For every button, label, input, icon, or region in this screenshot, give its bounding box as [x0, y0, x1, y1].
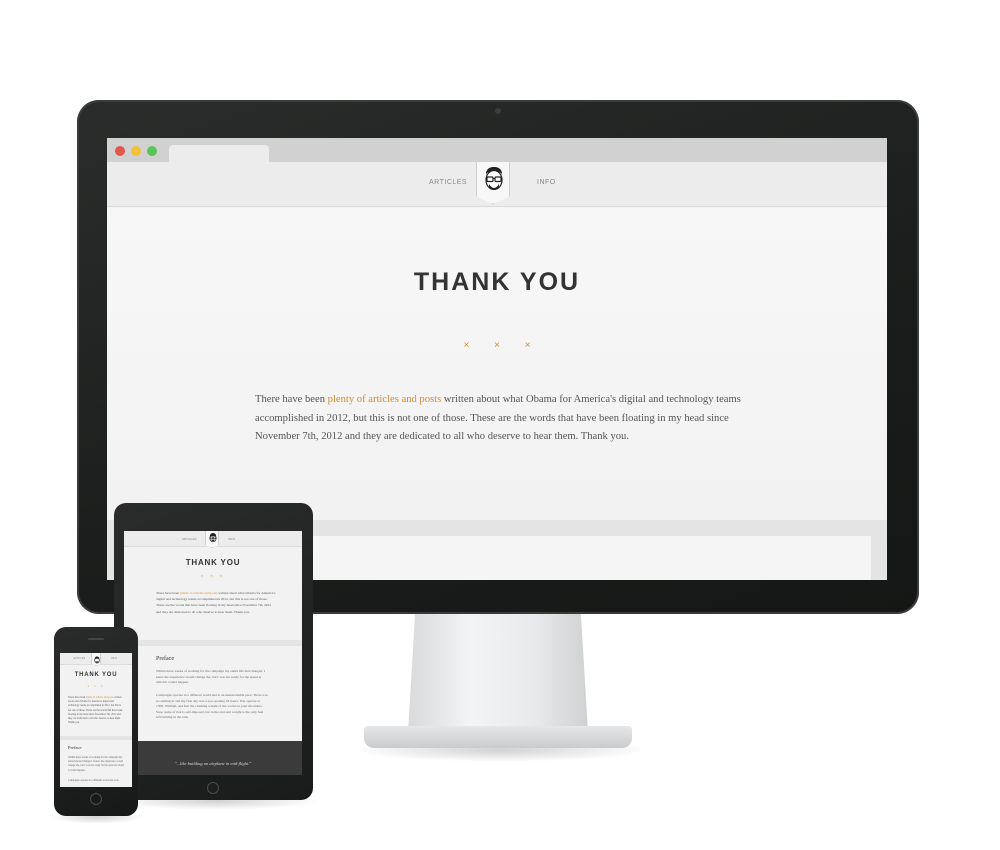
close-dot-icon[interactable]: [115, 146, 125, 156]
phone-logo-badge[interactable]: [91, 653, 101, 666]
phone-intro-start: There have been: [68, 696, 86, 699]
nav-info-link[interactable]: INFO: [537, 179, 556, 186]
minimize-dot-icon[interactable]: [131, 146, 141, 156]
phone-nav-info[interactable]: INFO: [111, 657, 117, 660]
hero-section: THANK YOU × × × There have been plenty o…: [107, 208, 887, 520]
phone-speaker: [88, 638, 104, 640]
site-nav: ARTICLES INFO: [107, 162, 887, 207]
phone-divider-marks: × × ×: [87, 684, 105, 688]
divider-marks: × × ×: [463, 340, 542, 351]
phone-nav: ARTICLES INFO: [60, 653, 132, 666]
phone-intro-end: written about what Obama for America's d…: [68, 696, 123, 725]
tablet-preface-heading: Preface: [156, 656, 174, 662]
monitor-stand-neck: [408, 612, 588, 732]
phone-page-title: THANK YOU: [74, 672, 118, 678]
tablet-logo-badge[interactable]: [205, 531, 219, 548]
phone-preface-para-1: Within three weeks of working for the ca…: [68, 756, 124, 772]
phone-section-separator: [60, 736, 132, 740]
intro-text-start: There have been: [255, 394, 328, 405]
tablet-intro-start: There have been: [156, 591, 180, 595]
avatar-face-icon: [485, 167, 503, 191]
tablet-home-button[interactable]: [207, 782, 219, 794]
avatar-face-icon: [209, 532, 217, 543]
tablet-articles-link[interactable]: plenty of articles and posts: [180, 591, 218, 595]
phone-home-button[interactable]: [90, 793, 102, 805]
tablet-preface-para-1: Within three weeks of working for the ca…: [156, 669, 266, 685]
tablet-screen: ARTICLES INFO THANK YOU × × × There have…: [124, 531, 302, 775]
phone-screen: ARTICLES INFO THANK YOU × × × There have…: [60, 653, 132, 787]
phone-nav-articles[interactable]: ARTICLES: [73, 657, 85, 660]
tablet-nav-articles[interactable]: ARTICLES: [182, 537, 197, 541]
tablet-page-title: THANK YOU: [185, 558, 241, 567]
nav-articles-link[interactable]: ARTICLES: [429, 179, 467, 186]
tablet-nav: ARTICLES INFO: [124, 531, 302, 548]
avatar-face-icon: [94, 656, 100, 664]
zoom-dot-icon[interactable]: [147, 146, 157, 156]
phone-preface-para-2: Campaigns operate in a different world a…: [68, 779, 119, 782]
tablet-divider-marks: × × ×: [200, 573, 226, 578]
logo-badge[interactable]: [476, 162, 510, 204]
camera-icon: [495, 108, 501, 114]
articles-posts-link[interactable]: plenty of articles and posts: [328, 394, 442, 405]
tablet-intro-paragraph: There have been plenty of articles and p…: [156, 590, 276, 615]
phone-preface-heading: Preface: [68, 745, 82, 750]
phone-intro-paragraph: There have been plenty of articles and p…: [68, 696, 124, 725]
page-title: THANK YOU: [413, 268, 581, 296]
monitor-stand-base: [364, 726, 632, 748]
tablet-nav-info[interactable]: INFO: [228, 537, 235, 541]
tablet-section-separator: [124, 640, 302, 646]
phone-articles-link[interactable]: plenty of articles and posts: [86, 696, 114, 699]
phone-device: ARTICLES INFO THANK YOU × × × There have…: [54, 627, 138, 816]
intro-paragraph: There have been plenty of articles and p…: [255, 391, 755, 447]
tablet-preface-para-2: Campaigns operate in a different world a…: [156, 693, 268, 720]
tablet-device: ARTICLES INFO THANK YOU × × × There have…: [114, 503, 313, 800]
browser-tab[interactable]: [169, 145, 269, 162]
tablet-quote-band: "...like building an airplane in mid-fli…: [124, 741, 302, 775]
browser-chrome: [107, 138, 887, 162]
